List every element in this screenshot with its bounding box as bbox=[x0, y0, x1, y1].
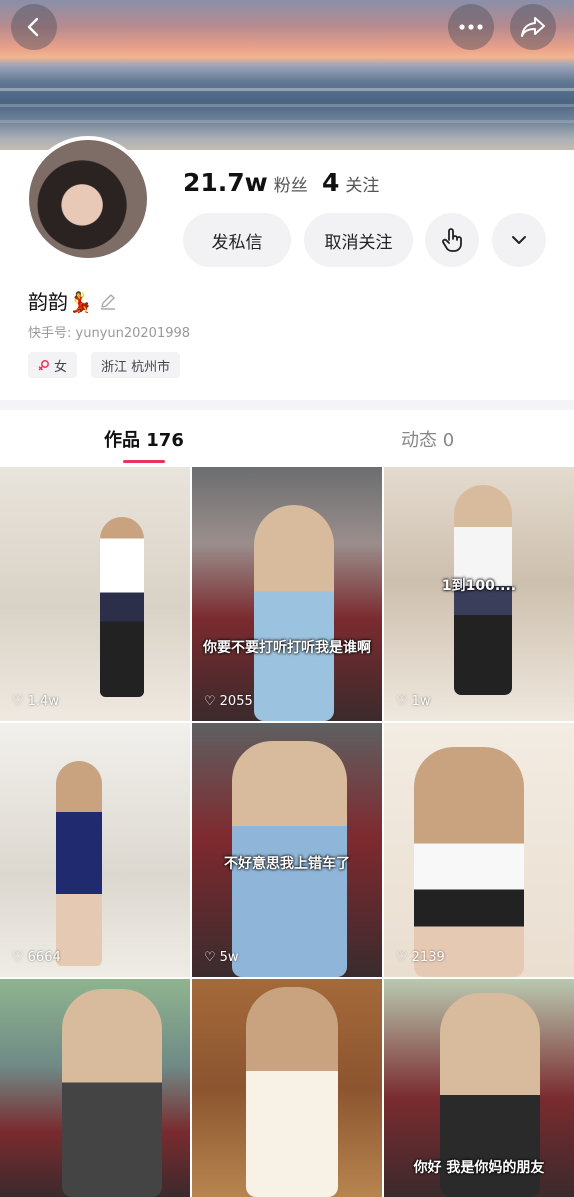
heart-icon: ♡ bbox=[396, 694, 408, 709]
heart-icon: ♡ bbox=[12, 694, 24, 709]
following-stat[interactable]: 4 关注 bbox=[322, 168, 379, 197]
work-item[interactable]: 不好意思我上错车了 ♡ 5w bbox=[192, 723, 382, 977]
followers-count: 21.7w bbox=[183, 168, 268, 197]
work-item[interactable] bbox=[192, 979, 382, 1197]
like-count: ♡ 6664 bbox=[12, 950, 61, 965]
photo-figure bbox=[246, 987, 338, 1197]
photo-figure bbox=[62, 989, 162, 1197]
wave-line bbox=[0, 88, 574, 91]
poke-button[interactable] bbox=[425, 213, 479, 267]
back-button[interactable] bbox=[11, 4, 57, 50]
tab-moments[interactable]: 动态 0 bbox=[401, 426, 454, 452]
like-count: ♡ 2139 bbox=[396, 950, 445, 965]
work-item[interactable]: ♡ 1.4w bbox=[0, 467, 190, 721]
profile-name-row: 韵韵💃 bbox=[28, 286, 117, 315]
edit-pencil-icon[interactable] bbox=[99, 292, 117, 310]
share-button[interactable] bbox=[510, 4, 556, 50]
female-icon bbox=[38, 360, 49, 371]
photo-figure bbox=[254, 505, 334, 721]
share-arrow-icon bbox=[521, 17, 545, 37]
following-label: 关注 bbox=[345, 176, 380, 196]
like-count: ♡ 2055 bbox=[204, 694, 253, 709]
section-divider bbox=[0, 400, 574, 410]
photo-figure bbox=[414, 747, 524, 977]
cover-banner bbox=[0, 0, 574, 150]
work-item[interactable] bbox=[0, 979, 190, 1197]
video-caption: 不好意思我上错车了 bbox=[224, 856, 350, 872]
content-tabs: 作品 176 动态 0 bbox=[0, 410, 574, 467]
avatar[interactable] bbox=[25, 136, 151, 262]
expand-button[interactable] bbox=[492, 213, 546, 267]
like-count: ♡ 1.4w bbox=[12, 694, 59, 709]
work-item[interactable]: 你要不要打听打听我是谁啊 ♡ 2055 bbox=[192, 467, 382, 721]
work-item[interactable]: ♡ 2139 bbox=[384, 723, 574, 977]
location-tag: 浙江 杭州市 bbox=[91, 352, 181, 378]
profile-section: 21.7w 粉丝 4 关注 发私信 取消关注 韵韵💃 快手号: yunyun20… bbox=[0, 136, 574, 400]
heart-icon: ♡ bbox=[396, 950, 408, 965]
heart-icon: ♡ bbox=[12, 950, 24, 965]
wave-line bbox=[0, 104, 574, 107]
like-count: ♡ 5w bbox=[204, 950, 239, 965]
chevron-down-icon bbox=[512, 236, 526, 244]
more-dots-icon bbox=[459, 24, 483, 30]
wave-line bbox=[0, 120, 574, 123]
kuaishou-id: 快手号: yunyun20201998 bbox=[28, 326, 191, 341]
following-count: 4 bbox=[322, 168, 340, 197]
followers-stat[interactable]: 21.7w 粉丝 bbox=[183, 168, 308, 197]
active-tab-indicator bbox=[123, 460, 165, 463]
like-count: ♡ 1w bbox=[396, 694, 431, 709]
heart-icon: ♡ bbox=[204, 950, 216, 965]
tab-works[interactable]: 作品 176 bbox=[104, 426, 184, 452]
photo-figure bbox=[56, 761, 102, 966]
photo-figure bbox=[100, 517, 144, 697]
work-item[interactable]: 你好 我是你妈的朋友 bbox=[384, 979, 574, 1197]
heart-icon: ♡ bbox=[204, 694, 216, 709]
video-caption: 1到100.... bbox=[441, 578, 517, 594]
chevron-left-icon bbox=[27, 17, 39, 37]
gender-tag: 女 bbox=[28, 352, 78, 378]
profile-name: 韵韵💃 bbox=[28, 290, 93, 314]
finger-tap-icon bbox=[442, 228, 462, 252]
work-item[interactable]: 1到100.... ♡ 1w bbox=[384, 467, 574, 721]
message-button[interactable]: 发私信 bbox=[183, 213, 291, 267]
work-item[interactable]: ♡ 6664 bbox=[0, 723, 190, 977]
more-button[interactable] bbox=[448, 4, 494, 50]
gender-label: 女 bbox=[54, 359, 68, 375]
video-caption: 你要不要打听打听我是谁啊 bbox=[203, 640, 371, 656]
unfollow-button[interactable]: 取消关注 bbox=[304, 213, 413, 267]
video-caption: 你好 我是你妈的朋友 bbox=[413, 1160, 545, 1176]
followers-label: 粉丝 bbox=[273, 176, 308, 196]
